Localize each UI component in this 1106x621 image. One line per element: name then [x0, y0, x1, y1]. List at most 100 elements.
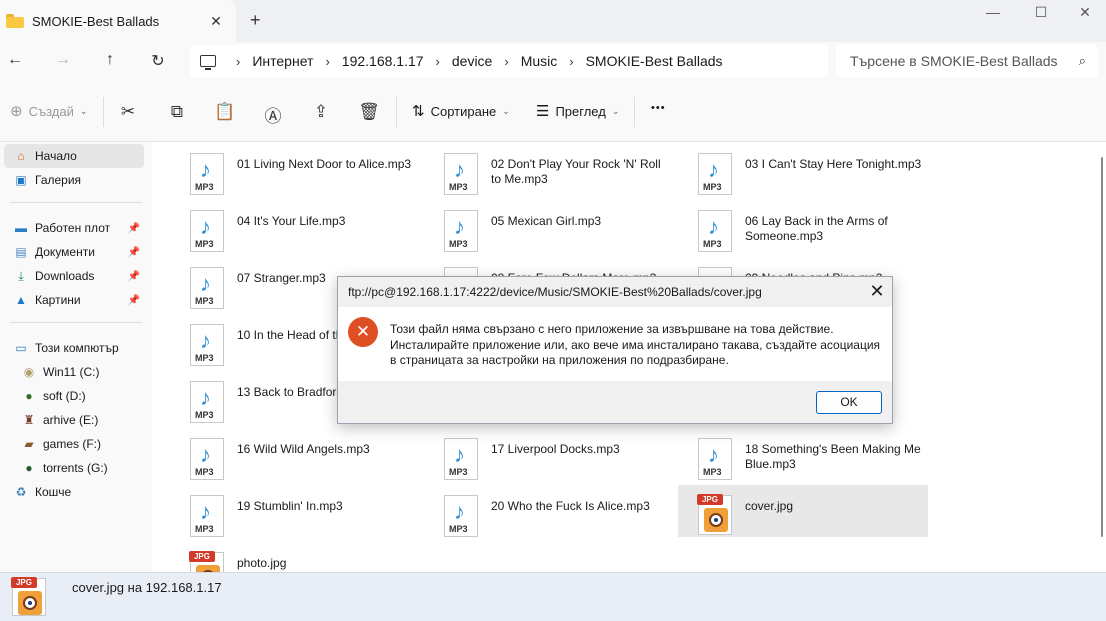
maximize-button[interactable]: ☐ — [1018, 4, 1064, 21]
close-window-button[interactable]: ✕ — [1062, 4, 1106, 21]
navigation-bar: ← → ↑ ↻ › Интернет › 192.168.1.17 › devi… — [0, 42, 1106, 82]
mp3-label: MP3 — [195, 239, 214, 249]
file-item[interactable]: ♪ MP3 18 Something's Been Making Me Blue.m… — [678, 428, 928, 480]
new-tab-button[interactable]: + — [250, 10, 261, 31]
drive-icon: ● — [25, 389, 33, 403]
music-note-icon: ♪ — [200, 385, 211, 410]
address-bar[interactable]: › Интернет › 192.168.1.17 › device › Mus… — [190, 45, 828, 77]
sidebar-item-this-pc[interactable]: ▭ Този компютър — [4, 336, 144, 360]
file-item[interactable]: ♪ MP3 03 I Can't Stay Here Tonight.mp3 — [678, 143, 928, 195]
scrollbar-thumb[interactable] — [1101, 157, 1103, 537]
mp3-file-icon: ♪MP3 — [190, 267, 224, 309]
sidebar-item-pictures[interactable]: ▲ Картини 📌 — [4, 288, 144, 312]
file-item[interactable]: ♪ MP3 17 Liverpool Docks.mp3 — [424, 428, 674, 480]
music-note-icon: ♪ — [200, 157, 211, 182]
sidebar-item-drive-e[interactable]: ♜ arhive (E:) — [4, 408, 144, 432]
sidebar-item-label: torrents (G:) — [43, 461, 108, 475]
vertical-scrollbar[interactable] — [1098, 142, 1106, 572]
chevron-down-icon: ⌄ — [611, 105, 620, 116]
mp3-label: MP3 — [703, 467, 722, 477]
file-item[interactable]: ♪ MP3 06 Lay Back in the Arms of Someone.m… — [678, 200, 928, 252]
forward-button[interactable]: → — [52, 51, 74, 69]
breadcrumb-item[interactable]: 192.168.1.17 — [342, 53, 424, 69]
breadcrumb-item[interactable]: SMOKIE-Best Ballads — [586, 53, 723, 69]
sidebar-item-label: games (F:) — [43, 437, 102, 451]
drive-icon: ▰ — [24, 437, 34, 451]
sidebar-item-drive-f[interactable]: ▰ games (F:) — [4, 432, 144, 456]
file-item[interactable]: ♪ MP3 16 Wild Wild Angels.mp3 — [170, 428, 420, 480]
computer-icon: ▭ — [15, 341, 27, 355]
delete-icon[interactable]: 🗑 — [358, 102, 380, 122]
chevron-down-icon: ⌄ — [502, 105, 510, 116]
toolbar-divider — [396, 97, 397, 127]
file-item[interactable]: ♪ MP3 19 Stumblin' In.mp3 — [170, 485, 420, 537]
paste-icon[interactable]: 📋 — [214, 102, 236, 122]
sidebar-item-gallery[interactable]: ▣ Галерия — [4, 168, 144, 192]
mp3-file-icon: ♪MP3 — [190, 495, 224, 537]
pin-icon: 📌 — [127, 270, 140, 282]
copy-icon[interactable]: ⧉ — [166, 102, 188, 122]
breadcrumb-separator: › — [504, 53, 509, 69]
sidebar-item-label: Downloads — [35, 269, 95, 283]
tab-title: SMOKIE-Best Ballads — [32, 13, 160, 29]
file-item[interactable]: ♪ MP3 20 Who the Fuck Is Alice.mp3 — [424, 485, 674, 537]
file-name: 20 Who the Fuck Is Alice.mp3 — [491, 499, 650, 513]
more-options-button[interactable]: ••• — [651, 102, 666, 114]
music-note-icon: ♪ — [454, 499, 465, 524]
view-button[interactable]: ☰ Преглед ⌄ — [536, 102, 619, 120]
sidebar-item-drive-d[interactable]: ● soft (D:) — [4, 384, 144, 408]
sidebar-item-downloads[interactable]: ⤓ Downloads 📌 — [4, 264, 144, 288]
sidebar-item-home[interactable]: ⌂ Начало — [4, 144, 144, 168]
file-item[interactable]: ♪ MP3 02 Don't Play Your Rock 'N' Roll to … — [424, 143, 674, 195]
breadcrumb-item[interactable]: Интернет — [252, 53, 313, 69]
search-icon: ⌕ — [1078, 53, 1086, 68]
tab-close-icon[interactable]: ✕ — [204, 13, 228, 30]
rename-icon[interactable]: Ⓐ — [262, 102, 284, 127]
dialog-close-button[interactable]: ✕ — [862, 277, 892, 307]
sidebar-item-label: Win11 (C:) — [43, 365, 100, 379]
desktop-icon: ▬ — [15, 221, 27, 235]
sort-button[interactable]: ⇅ Сортиране ⌄ — [412, 102, 510, 120]
file-item[interactable]: ♪ MP3 04 It's Your Life.mp3 — [170, 200, 420, 252]
back-button[interactable]: ← — [4, 51, 26, 69]
file-name: 03 I Can't Stay Here Tonight.mp3 — [745, 157, 922, 171]
cut-icon[interactable]: ✂ — [117, 102, 139, 122]
dialog-title: ftp://pc@192.168.1.17:4222/device/Music/… — [348, 285, 762, 299]
file-item[interactable]: ♪ MP3 05 Mexican Girl.mp3 — [424, 200, 674, 252]
mp3-label: MP3 — [195, 467, 214, 477]
mp3-file-icon: ♪MP3 — [698, 438, 732, 480]
search-input[interactable]: Търсене в SMOKIE-Best Ballads ⌕ — [836, 45, 1098, 77]
mp3-label: MP3 — [195, 182, 214, 192]
music-note-icon: ♪ — [454, 442, 465, 467]
breadcrumb-item[interactable]: device — [452, 53, 492, 69]
sort-icon: ⇅ — [412, 103, 425, 120]
create-button[interactable]: ⊕ Създай ⌄ — [10, 102, 87, 120]
mp3-file-icon: ♪MP3 — [444, 210, 478, 252]
tab-active[interactable]: SMOKIE-Best Ballads ✕ — [0, 0, 236, 42]
sidebar-item-recycle-bin[interactable]: ♻ Кошче — [4, 480, 144, 504]
jpg-file-icon: JPG — [11, 577, 46, 616]
share-icon[interactable]: ⇪ — [310, 102, 332, 122]
minimize-button[interactable]: — — [970, 4, 1016, 20]
jpg-badge: JPG — [697, 494, 723, 505]
sidebar-item-desktop[interactable]: ▬ Работен плот 📌 — [4, 216, 144, 240]
mp3-file-icon: ♪MP3 — [190, 324, 224, 366]
pin-icon: 📌 — [127, 222, 140, 234]
refresh-button[interactable]: ↻ — [147, 51, 169, 71]
drive-icon: ● — [25, 461, 33, 475]
error-dialog: ftp://pc@192.168.1.17:4222/device/Music/… — [337, 276, 893, 424]
sidebar-item-documents[interactable]: ▤ Документи 📌 — [4, 240, 144, 264]
chevron-down-icon: ⌄ — [79, 105, 88, 116]
dialog-body: ✕ Този файл няма свързано с него приложе… — [338, 307, 892, 381]
mp3-file-icon: ♪MP3 — [444, 438, 478, 480]
up-button[interactable]: ↑ — [99, 51, 121, 69]
ok-button[interactable]: OK — [816, 391, 882, 414]
sidebar-item-drive-g[interactable]: ● torrents (G:) — [4, 456, 144, 480]
file-name: 16 Wild Wild Angels.mp3 — [237, 442, 370, 456]
file-item[interactable]: ♪ MP3 01 Living Next Door to Alice.mp3 — [170, 143, 420, 195]
sidebar-item-drive-c[interactable]: ◉ Win11 (C:) — [4, 360, 144, 384]
file-item[interactable]: JPG cover.jpg — [678, 485, 928, 537]
gallery-icon: ▣ — [15, 173, 27, 187]
breadcrumb-item[interactable]: Music — [521, 53, 558, 69]
sidebar-divider — [10, 322, 142, 323]
